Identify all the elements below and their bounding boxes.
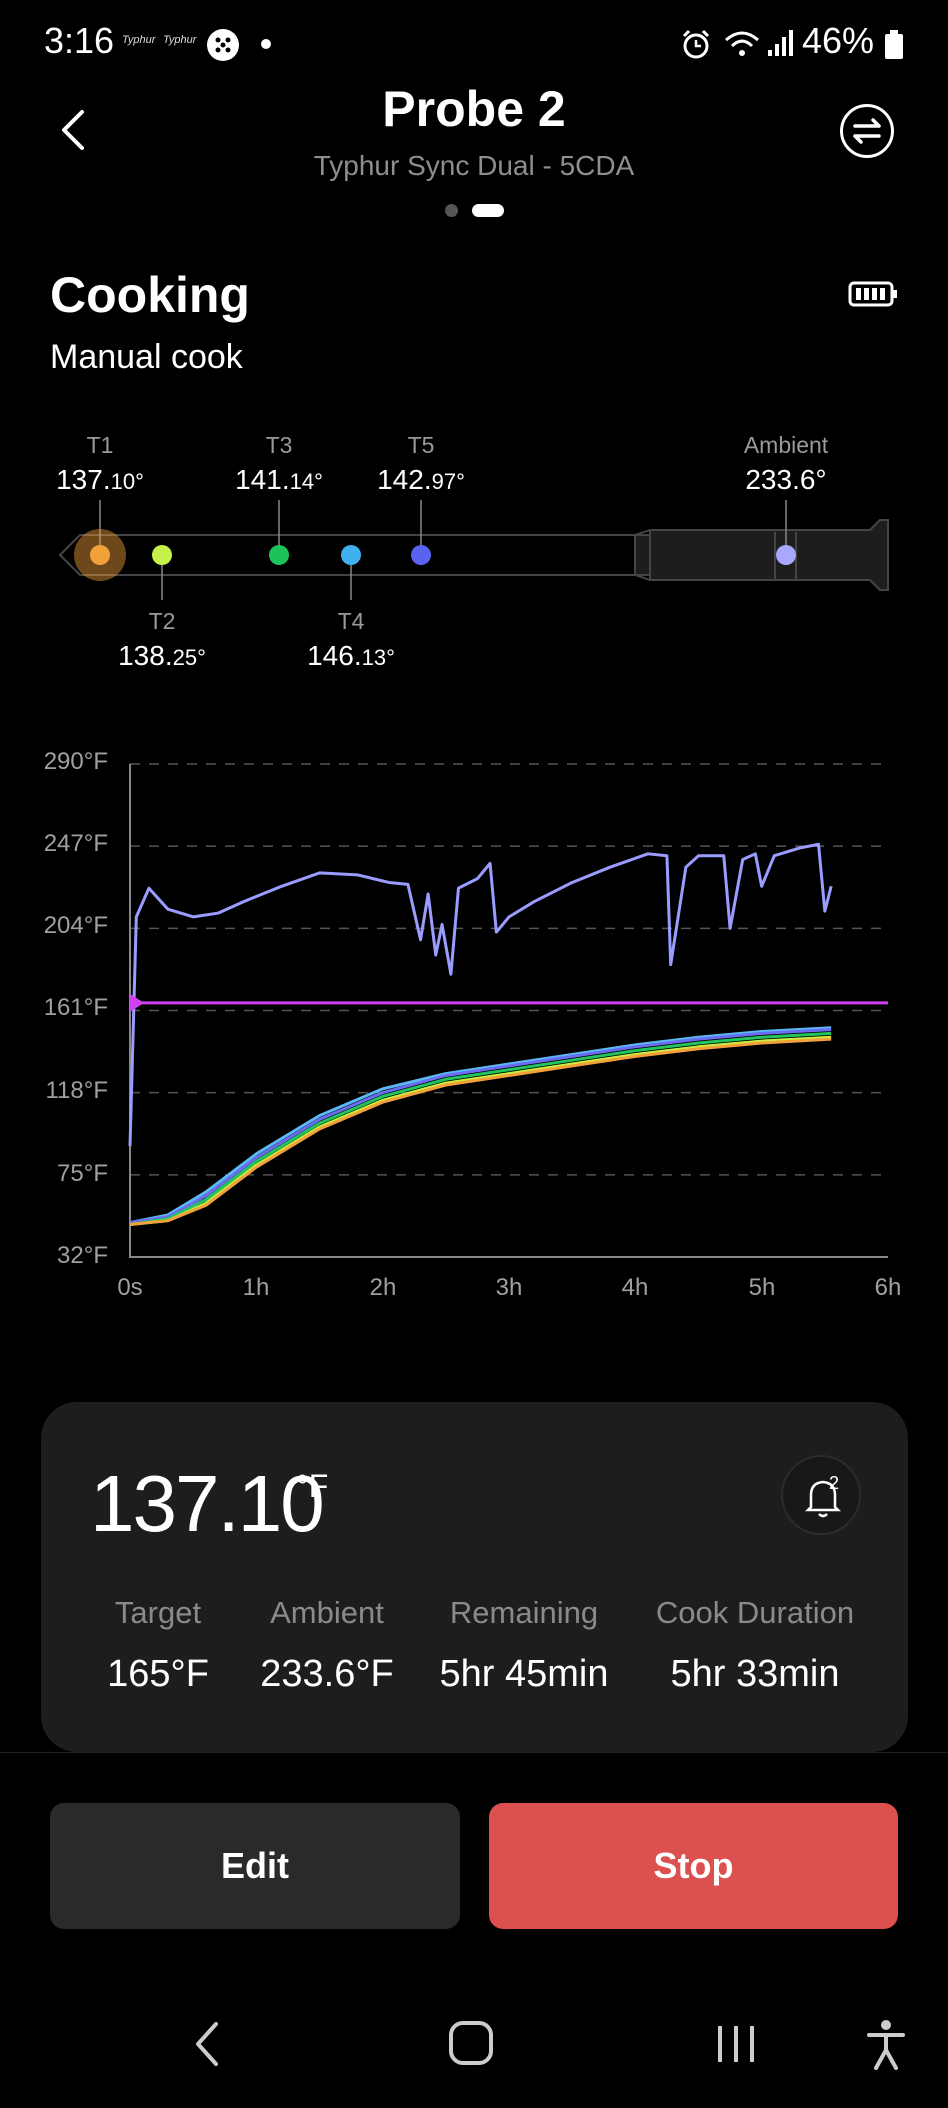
- chart-series-line: [129, 1035, 832, 1227]
- alert-count: 2: [829, 1473, 840, 1493]
- stat-label-cook-duration: Cook Duration: [655, 1595, 855, 1630]
- temp-unit: °F: [296, 1468, 329, 1504]
- alerts-button[interactable]: 2: [781, 1455, 861, 1535]
- chart-series-line: [129, 1028, 832, 1225]
- current-temp-card: [41, 1402, 908, 1752]
- chart-series-line: [129, 1031, 832, 1226]
- temperature-chart[interactable]: [0, 0, 948, 1300]
- nav-back-icon[interactable]: [188, 2020, 228, 2068]
- divider: [0, 1752, 948, 1753]
- current-temp: 137.10: [90, 1459, 325, 1548]
- chart-series-line: [129, 1026, 832, 1225]
- chart-target-marker: [130, 993, 144, 1012]
- stat-label-remaining: Remaining: [449, 1595, 599, 1630]
- stat-value-remaining: 5hr 45min: [439, 1653, 609, 1695]
- stat-label-ambient: Ambient: [270, 1595, 384, 1630]
- bell-icon: [804, 1480, 842, 1518]
- nav-recents-icon[interactable]: [714, 2022, 758, 2066]
- edit-button[interactable]: Edit: [50, 1803, 460, 1929]
- chart-series-line: [128, 842, 833, 1147]
- stop-button[interactable]: Stop: [489, 1803, 898, 1929]
- chart-axes: [129, 764, 888, 1258]
- stat-value-cook-duration: 5hr 33min: [670, 1653, 840, 1695]
- nav-home-icon[interactable]: [448, 2020, 494, 2066]
- accessibility-icon[interactable]: [866, 2018, 906, 2070]
